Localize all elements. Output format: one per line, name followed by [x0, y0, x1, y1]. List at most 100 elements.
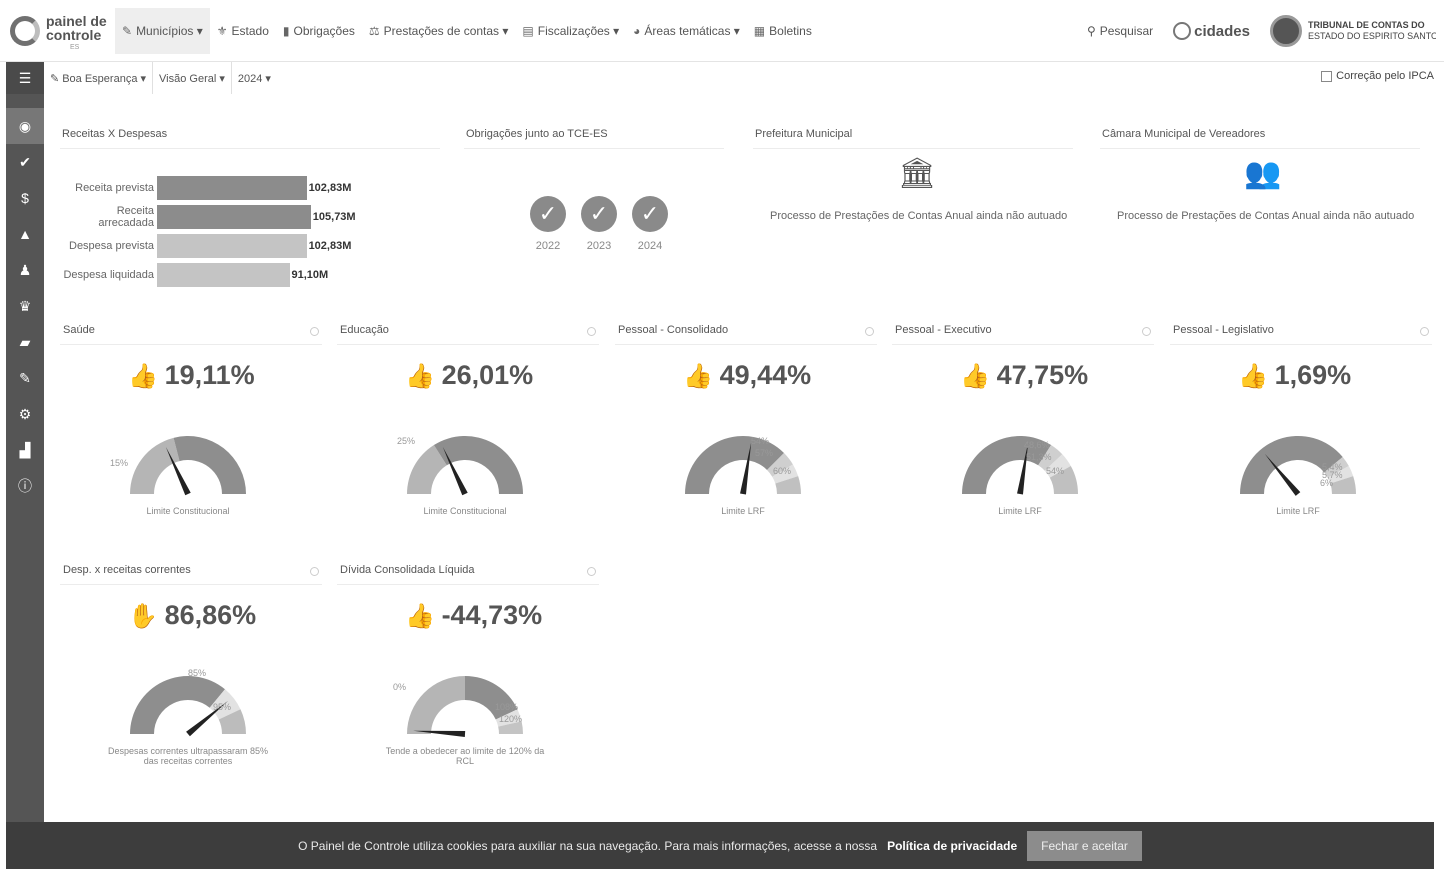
- gauge-value-text: 26,01%: [441, 360, 534, 390]
- bar[interactable]: [157, 205, 311, 229]
- ipca-toggle[interactable]: Correção pelo IPCA: [1321, 70, 1434, 82]
- nav-icon: ▦: [753, 24, 766, 38]
- camara-status-text: Processo de Prestações de Contas Anual a…: [1117, 210, 1415, 222]
- bar[interactable]: [157, 263, 290, 287]
- info-icon[interactable]: [587, 327, 596, 336]
- municipio-select[interactable]: ✎ Boa Esperança ▾: [44, 62, 154, 94]
- gear-icon[interactable]: ⚙: [6, 396, 44, 432]
- gauge-value: 👍 49,44%: [683, 360, 811, 391]
- nav-item-0[interactable]: ✎ Municípios ▾: [115, 8, 210, 54]
- info-icon[interactable]: [310, 567, 319, 576]
- thumb-up-icon: 👍: [1238, 363, 1275, 390]
- bar[interactable]: [157, 234, 307, 258]
- gauge-band: [130, 437, 180, 494]
- nav-item-3[interactable]: ⚖ Prestações de contas ▾: [362, 8, 516, 54]
- info-icon[interactable]: [865, 327, 874, 336]
- nav-label: Boletins: [769, 24, 812, 38]
- bar[interactable]: [157, 176, 307, 200]
- gauge-tick-label: 54%: [1046, 466, 1065, 476]
- eye-icon[interactable]: ◉: [6, 108, 44, 144]
- cookie-banner: O Painel de Controle utiliza cookies par…: [6, 822, 1434, 869]
- logo-subtext: ES: [70, 44, 80, 51]
- gauge-tick-label: 95%: [213, 702, 232, 712]
- info-icon[interactable]: [310, 327, 319, 336]
- gauge-title: Pessoal - Consolidado: [618, 324, 729, 336]
- nav-item-4[interactable]: ▤ Fiscalizações ▾: [515, 8, 626, 54]
- nav-item-6[interactable]: ▦ Boletins: [747, 8, 819, 54]
- logo-icon: [10, 16, 40, 46]
- gauge-tick-label: 120%: [499, 714, 523, 724]
- gauge-title: Pessoal - Legislativo: [1173, 324, 1274, 336]
- nav-item-1[interactable]: ⚜ Estado: [210, 8, 276, 54]
- person-icon[interactable]: ♟: [6, 252, 44, 288]
- gauge-value-text: 47,75%: [996, 360, 1089, 390]
- gauge-tick-label: 25%: [397, 436, 416, 446]
- gauge-title: Desp. x receitas correntes: [63, 564, 191, 576]
- gauge-caption: Despesas correntes ultrapassaram 85% das…: [107, 746, 269, 766]
- bar-chart-icon[interactable]: ▟: [6, 432, 44, 468]
- gauge-value-text: 1,69%: [1274, 360, 1352, 390]
- obligation-item[interactable]: ✓ 2022: [528, 196, 568, 252]
- bar-value-label: 105,73M: [312, 211, 356, 223]
- obligation-year: 2022: [535, 240, 561, 252]
- book-icon[interactable]: ▰: [6, 324, 44, 360]
- info-icon[interactable]: ⓘ: [6, 468, 44, 504]
- gauge-value: 👍 47,75%: [960, 360, 1088, 391]
- divider: [60, 584, 322, 585]
- gauge-value-text: 19,11%: [164, 360, 255, 390]
- check-icon[interactable]: ✔: [6, 144, 44, 180]
- nav-item-5[interactable]: ◕ Áreas temáticas ▾: [626, 8, 747, 54]
- gauge-band: [407, 676, 465, 734]
- cidades-logo[interactable]: cidades: [1173, 22, 1250, 40]
- info-icon[interactable]: [1420, 327, 1429, 336]
- year-select[interactable]: 2024 ▾: [232, 62, 277, 94]
- gauge-tick-label: 6%: [1320, 478, 1334, 488]
- trophy-icon[interactable]: ♛: [6, 288, 44, 324]
- gauge-caption: Limite LRF: [721, 506, 765, 516]
- divider: [337, 584, 599, 585]
- camara-panel-title: Câmara Municipal de Vereadores: [1102, 128, 1266, 140]
- privacy-policy-link[interactable]: Política de privacidade: [887, 839, 1017, 853]
- info-icon[interactable]: [587, 567, 596, 576]
- check-circle-icon: ✓: [632, 196, 668, 232]
- gauge-tick-label: 51,3%: [1026, 452, 1052, 462]
- painel-logo[interactable]: painel de controle ES: [10, 12, 110, 52]
- gauge-value: 👍 26,01%: [405, 360, 533, 391]
- cookie-text: O Painel de Controle utiliza cookies par…: [298, 838, 878, 853]
- search-link[interactable]: ⚲ Pesquisar: [1087, 24, 1153, 38]
- menu-icon[interactable]: ☰: [6, 62, 44, 94]
- thumb-up-icon: 👍: [405, 603, 442, 630]
- gauge-title: Pessoal - Executivo: [895, 324, 992, 336]
- obligation-item[interactable]: ✓ 2023: [579, 196, 619, 252]
- bar-value-label: 102,83M: [308, 182, 352, 194]
- divider: [337, 344, 599, 345]
- obligation-item[interactable]: ✓ 2024: [630, 196, 670, 252]
- warning-icon[interactable]: ▲: [6, 216, 44, 252]
- thumb-up-icon: 👍: [128, 363, 165, 390]
- divider: [892, 344, 1154, 345]
- nav-icon: ⚖: [368, 24, 380, 38]
- dollar-icon[interactable]: $: [6, 180, 44, 216]
- filter-bar: ✎ Boa Esperança ▾ Visão Geral ▾ 2024 ▾ C…: [44, 62, 1444, 94]
- nav-icon: ◕: [633, 24, 641, 38]
- gauge-band: [433, 436, 523, 494]
- gauge-tick-label: 54%: [751, 436, 770, 446]
- gauge-chart: [1240, 436, 1356, 496]
- info-icon[interactable]: [1142, 327, 1151, 336]
- prefeitura-panel-title: Prefeitura Municipal: [755, 128, 853, 140]
- receitas-panel-title: Receitas X Despesas: [62, 128, 168, 140]
- view-select[interactable]: Visão Geral ▾: [153, 62, 232, 94]
- prefeitura-building-icon: 🏛: [897, 157, 937, 190]
- top-right-area: ⚲ Pesquisar cidades TRIBUNAL DE CONTAS D…: [1087, 8, 1436, 54]
- tce-seal-icon: [1270, 15, 1302, 47]
- accept-cookies-button[interactable]: Fechar e aceitar: [1027, 830, 1142, 861]
- thumb-up-icon: 👍: [405, 363, 442, 390]
- top-navbar: painel de controle ES ✎ Municípios ▾ ⚜ Esta…: [0, 0, 1444, 62]
- municipio-icon: ✎: [50, 72, 60, 85]
- nav-item-2[interactable]: ▮ Obrigações: [276, 8, 362, 54]
- logo-text: painel de controle: [46, 13, 107, 43]
- tce-logo[interactable]: TRIBUNAL DE CONTAS DO ESTADO DO ESPIRITO…: [1270, 15, 1436, 47]
- edit-icon[interactable]: ✎: [6, 360, 44, 396]
- check-circle-icon: ✓: [581, 196, 617, 232]
- ipca-checkbox[interactable]: [1321, 70, 1333, 82]
